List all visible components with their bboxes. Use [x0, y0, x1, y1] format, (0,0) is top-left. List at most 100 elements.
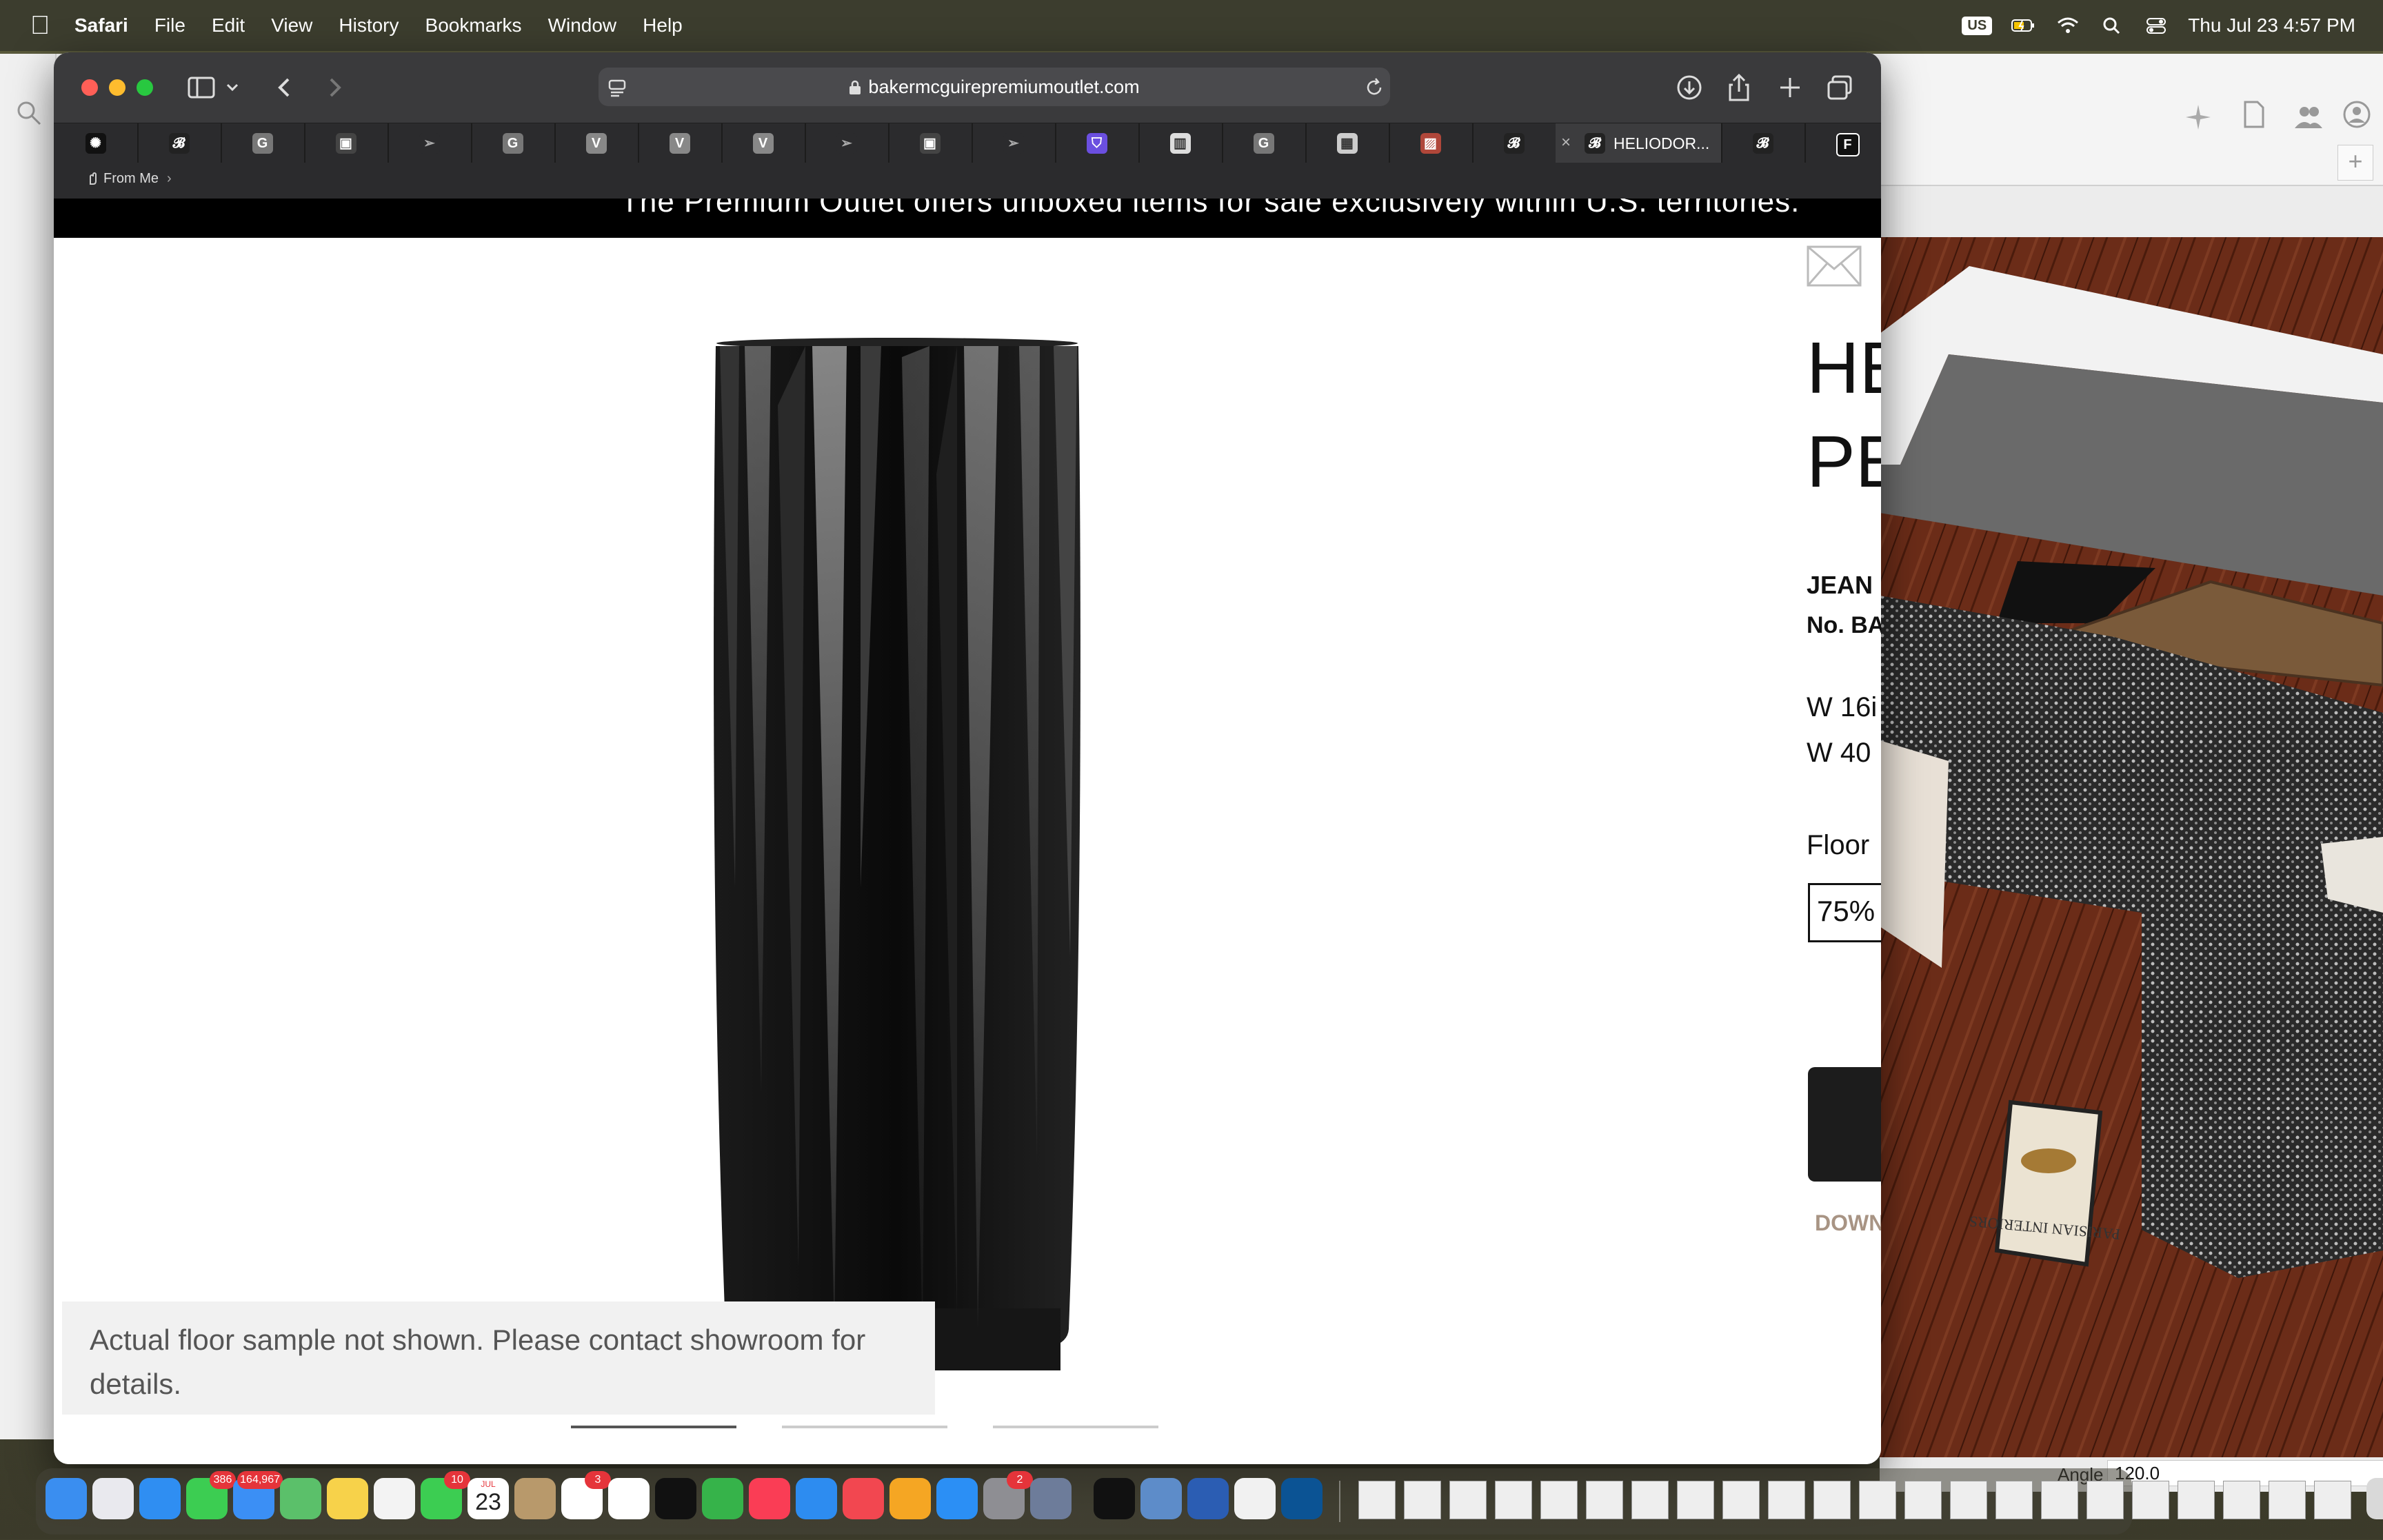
browser-tab[interactable]: G [1222, 123, 1307, 163]
reminders-icon[interactable]: 3 [561, 1471, 611, 1519]
sparkle-icon[interactable] [2183, 102, 2213, 132]
bookmark-from-me[interactable]: From Me › [87, 171, 172, 187]
battery-icon[interactable] [2011, 14, 2036, 37]
music-icon[interactable] [749, 1478, 790, 1519]
minimized-window-thumbnail[interactable] [1995, 1481, 2033, 1519]
vectorworks-icon[interactable] [1094, 1478, 1135, 1519]
browser-tab[interactable]: 𝓑 [1721, 123, 1806, 163]
add-tab-button[interactable]: + [2337, 145, 2373, 181]
maps-icon[interactable] [280, 1478, 321, 1519]
sidebar-toggle-icon[interactable] [185, 71, 218, 104]
browser-tab[interactable]: ▦ [1305, 123, 1390, 163]
browser-tab[interactable]: ➢ [388, 123, 472, 163]
browser-tab[interactable]: V [554, 123, 639, 163]
close-tab-icon[interactable]: × [1561, 133, 1571, 152]
product-image-pedestal[interactable] [654, 267, 1123, 1370]
browser-tab[interactable]: ✺ [54, 123, 139, 163]
browser-tab[interactable]: V [721, 123, 806, 163]
browser-tab[interactable]: ▣ [888, 123, 973, 163]
share-icon[interactable] [1722, 71, 1756, 104]
forward-button-icon[interactable] [317, 71, 350, 104]
image-thumbnail-2[interactable] [782, 1426, 947, 1464]
minimized-window-thumbnail[interactable] [1950, 1481, 1987, 1519]
mail-icon[interactable]: 164,967 [233, 1471, 283, 1519]
sketchup-3d-viewport[interactable]: PARISIAN INTERIORS [1880, 237, 2383, 1457]
minimized-window-thumbnail[interactable] [1404, 1481, 1441, 1519]
spotlight-search-icon[interactable] [2100, 14, 2124, 37]
email-icon[interactable] [1807, 245, 1862, 287]
account-icon[interactable] [2342, 99, 2372, 130]
browser-tab[interactable]: ▥ [1138, 123, 1223, 163]
apple-menu-icon[interactable]:  [26, 12, 54, 39]
minimized-window-thumbnail[interactable] [1904, 1481, 1942, 1519]
back-button-icon[interactable] [269, 71, 302, 104]
address-bar[interactable]: bakermcguirepremiumoutlet.com [599, 68, 1390, 106]
downloads-icon[interactable] [1673, 71, 1706, 104]
preview-icon[interactable] [1030, 1478, 1072, 1519]
minimized-window-thumbnail[interactable] [2132, 1481, 2169, 1519]
menubar-clock[interactable]: Thu Jul 23 4:57 PM [2188, 14, 2355, 37]
contacts-icon[interactable] [514, 1478, 556, 1519]
add-to-cart-button[interactable] [1808, 1067, 1881, 1182]
menu-help[interactable]: Help [643, 14, 683, 37]
reload-icon[interactable] [1363, 76, 1386, 99]
browser-tab[interactable]: ➢ [972, 123, 1056, 163]
browser-tab[interactable]: F [1804, 123, 1881, 163]
browser-tab[interactable]: 𝓑 [137, 123, 222, 163]
calendar-icon[interactable]: JUL 23 [467, 1478, 509, 1519]
finder-icon[interactable] [46, 1478, 87, 1519]
keynote-icon[interactable] [796, 1478, 837, 1519]
photos-icon[interactable] [374, 1478, 415, 1519]
settings-icon[interactable]: 2 [983, 1471, 1033, 1519]
browser-tab[interactable]: V [638, 123, 723, 163]
minimized-window-thumbnail[interactable] [1495, 1481, 1532, 1519]
menu-bookmarks[interactable]: Bookmarks [425, 14, 522, 37]
minimized-window-thumbnail[interactable] [1449, 1481, 1487, 1519]
search-icon[interactable] [14, 98, 44, 128]
messages-icon[interactable]: 386 [186, 1471, 236, 1519]
menu-window[interactable]: Window [548, 14, 617, 37]
numbers-icon[interactable] [702, 1478, 743, 1519]
notes-icon[interactable] [327, 1478, 368, 1519]
zoom-window-button[interactable] [137, 79, 153, 96]
launchpad-icon[interactable] [92, 1478, 134, 1519]
minimized-window-thumbnail[interactable] [1586, 1481, 1623, 1519]
minimize-window-button[interactable] [109, 79, 125, 96]
image-thumbnail-1[interactable] [571, 1426, 736, 1464]
word-icon[interactable] [1187, 1478, 1229, 1519]
menu-view[interactable]: View [271, 14, 312, 37]
browser-tab[interactable]: 𝓑 [1472, 123, 1557, 163]
browser-tab-active[interactable]: × 𝓑 HELIODOR... [1556, 123, 1722, 163]
browser-tab[interactable]: ▨ [1389, 123, 1474, 163]
browser-tab[interactable]: ▣ [304, 123, 389, 163]
safari-icon[interactable] [139, 1478, 181, 1519]
chrome-icon[interactable] [1234, 1478, 1276, 1519]
minimized-window-thumbnail[interactable] [1358, 1481, 1396, 1519]
pages-icon[interactable] [889, 1478, 931, 1519]
browser-tab[interactable]: G [221, 123, 305, 163]
chevron-down-icon[interactable] [222, 71, 243, 104]
minimized-window-thumbnail[interactable] [2041, 1481, 2078, 1519]
download-link[interactable]: DOWN [1815, 1210, 1881, 1236]
minimized-window-thumbnail[interactable] [2087, 1481, 2124, 1519]
minimized-window-thumbnail[interactable] [1768, 1481, 1805, 1519]
freeform-icon[interactable] [608, 1478, 650, 1519]
wifi-icon[interactable] [2055, 14, 2080, 37]
menu-app-name[interactable]: Safari [74, 14, 128, 37]
menu-file[interactable]: File [154, 14, 185, 37]
input-source-indicator[interactable]: US [1962, 16, 1993, 35]
minimized-window-thumbnail[interactable] [1859, 1481, 1896, 1519]
minimized-window-thumbnail[interactable] [1813, 1481, 1851, 1519]
minimized-window-thumbnail[interactable] [1677, 1481, 1714, 1519]
minimized-window-thumbnail[interactable] [1722, 1481, 1760, 1519]
minimized-window-thumbnail[interactable] [2178, 1481, 2215, 1519]
new-tab-icon[interactable] [1773, 71, 1807, 104]
users-icon[interactable] [2293, 102, 2324, 132]
close-window-button[interactable] [81, 79, 98, 96]
minimized-window-thumbnail[interactable] [1540, 1481, 1578, 1519]
tv-icon[interactable] [655, 1478, 696, 1519]
minimized-window-thumbnail[interactable] [2314, 1481, 2351, 1519]
screensharing-icon[interactable] [1140, 1478, 1182, 1519]
minimized-window-thumbnail[interactable] [2223, 1481, 2260, 1519]
menu-history[interactable]: History [339, 14, 399, 37]
